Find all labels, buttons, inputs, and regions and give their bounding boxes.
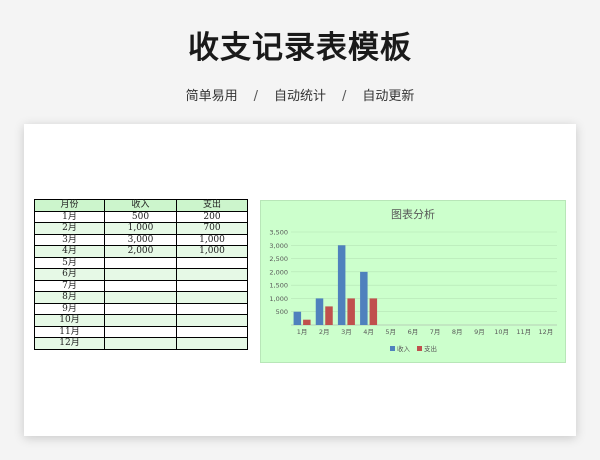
cell-expense[interactable] [176, 302, 248, 315]
feature-separator: / [342, 89, 347, 104]
y-tick-label: 2,500 [269, 255, 288, 263]
cell-month[interactable]: 1月 [34, 210, 105, 223]
cell-month[interactable]: 2月 [34, 222, 105, 235]
bar-income [337, 245, 346, 325]
bar-income [360, 271, 368, 325]
x-tick-label: 7月 [430, 328, 441, 336]
y-tick-label: 3,000 [269, 242, 288, 250]
cell-income[interactable] [104, 325, 177, 338]
y-tick-label: 3,500 [269, 229, 288, 237]
y-tick-label: 500 [276, 308, 288, 316]
table-row: 12月 [34, 337, 248, 350]
feature-stats: 自动统计 [273, 89, 326, 104]
cell-month[interactable]: 9月 [34, 302, 105, 315]
header-expense: 支出 [176, 199, 248, 212]
x-tick-label: 11月 [516, 328, 531, 336]
cell-expense[interactable]: 1,000 [176, 245, 248, 258]
x-tick-label: 5月 [385, 328, 396, 336]
cell-expense[interactable]: 700 [176, 222, 248, 235]
chart-title: 图表分析 [391, 207, 435, 221]
x-tick-label: 10月 [494, 328, 509, 336]
table-row: 9月 [34, 302, 248, 315]
cell-month[interactable]: 4月 [34, 245, 105, 258]
bar-expense [325, 306, 333, 325]
cell-income[interactable]: 3,000 [104, 233, 177, 246]
cell-month[interactable]: 11月 [34, 325, 105, 338]
cell-month[interactable]: 8月 [34, 291, 105, 304]
cell-expense[interactable] [176, 325, 248, 338]
cell-income[interactable] [104, 268, 177, 281]
x-tick-label: 12月 [539, 328, 554, 336]
table-row: 7月 [34, 279, 248, 292]
cell-month[interactable]: 3月 [34, 233, 105, 246]
cell-month[interactable]: 7月 [34, 279, 105, 292]
table-row: 1月 500 200 [34, 210, 248, 223]
x-tick-label: 1月 [297, 328, 308, 336]
y-tick-label: 1,000 [269, 295, 288, 303]
cell-expense[interactable] [176, 279, 248, 292]
cell-expense[interactable] [176, 314, 248, 327]
feature-update: 自动更新 [362, 89, 415, 104]
table-row: 8月 [34, 291, 248, 304]
cell-income[interactable]: 2,000 [104, 245, 177, 258]
cell-month[interactable]: 6月 [34, 268, 105, 281]
table-row: 5月 [34, 256, 248, 269]
cell-expense[interactable] [176, 337, 248, 350]
table-row: 4月 2,000 1,000 [34, 245, 248, 258]
cell-month[interactable]: 12月 [34, 337, 105, 350]
income-expense-table: 月份 收入 支出 1月 500 200 2月 1,000 700 3月 3,000 1,000 4… [34, 199, 248, 350]
page-title: 收支记录表模板 [188, 30, 412, 66]
cell-expense[interactable] [176, 268, 248, 281]
cell-expense[interactable] [176, 256, 248, 269]
y-tick-label: 2,000 [269, 268, 288, 276]
cell-income[interactable] [104, 256, 177, 269]
cell-month[interactable]: 10月 [34, 314, 105, 327]
x-tick-label: 9月 [474, 328, 485, 336]
legend-swatch [390, 346, 395, 351]
bar-income [293, 311, 302, 325]
cell-income[interactable]: 1,000 [104, 222, 177, 235]
cell-income[interactable] [104, 291, 177, 304]
table-row: 2月 1,000 700 [34, 222, 248, 235]
x-tick-label: 6月 [408, 328, 419, 336]
table-row: 10月 [34, 314, 248, 327]
legend-label: 收入 [397, 344, 411, 353]
cell-income[interactable] [104, 337, 177, 350]
bar-income [315, 298, 324, 325]
feature-list: 简单易用 / 自动统计 / 自动更新 [0, 85, 600, 104]
cell-income[interactable] [104, 314, 177, 327]
feature-separator: / [253, 89, 258, 104]
x-tick-label: 8月 [452, 328, 463, 336]
chart-panel: 图表分析 500 1,000 1,500 2,000 2,500 3,000 3,500 1月 2… [260, 200, 566, 363]
y-tick-label: 1,500 [269, 282, 288, 290]
cell-expense[interactable]: 200 [176, 210, 248, 223]
cell-month[interactable]: 5月 [34, 256, 105, 269]
cell-expense[interactable]: 1,000 [176, 233, 248, 246]
bar-expense [347, 298, 355, 325]
x-tick-label: 3月 [341, 328, 352, 336]
bar-chart: 图表分析 500 1,000 1,500 2,000 2,500 3,000 3,500 1月 2… [269, 207, 557, 353]
x-tick-label: 2月 [319, 328, 330, 336]
bar-expense [369, 298, 378, 325]
bar-expense [303, 319, 311, 325]
cell-income[interactable] [104, 279, 177, 292]
x-tick-label: 4月 [363, 328, 374, 336]
table-row: 6月 [34, 268, 248, 281]
table-row: 11月 [34, 325, 248, 338]
feature-easy: 简单易用 [185, 89, 238, 104]
table-row: 3月 3,000 1,000 [34, 233, 248, 246]
cell-income[interactable]: 500 [104, 210, 177, 223]
header-income: 收入 [104, 199, 177, 212]
legend-label: 支出 [424, 344, 437, 353]
cell-income[interactable] [104, 302, 177, 315]
header-month: 月份 [34, 199, 105, 212]
legend-swatch [417, 346, 422, 351]
cell-expense[interactable] [176, 291, 248, 304]
spreadsheet-preview: 月份 收入 支出 1月 500 200 2月 1,000 700 3月 3,000 1,000 4… [24, 124, 576, 436]
